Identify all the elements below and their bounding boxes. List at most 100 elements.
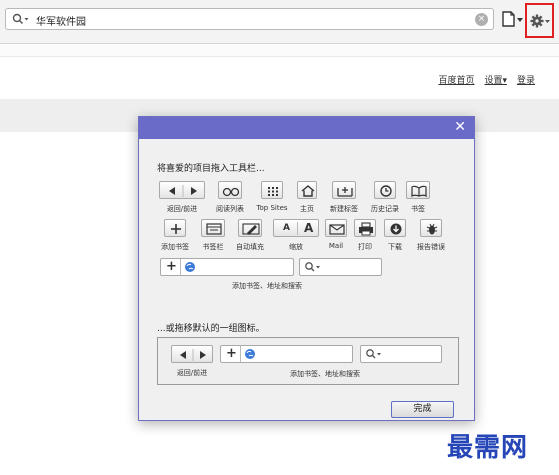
bookmarks-bar-icon <box>206 223 222 235</box>
top-sites-button[interactable] <box>261 181 283 199</box>
search-icon <box>305 262 320 272</box>
reading-list-label: 阅读列表 <box>216 205 244 213</box>
mail-button[interactable] <box>325 219 347 237</box>
dialog-title-bar: ✕ <box>139 117 474 139</box>
clear-search-icon[interactable]: × <box>475 13 488 26</box>
print-item[interactable]: 打印 <box>353 219 377 252</box>
print-label: 打印 <box>358 243 372 251</box>
default-address-field: + <box>220 345 353 363</box>
default-back-forward-button <box>171 345 213 363</box>
plus-icon[interactable]: + <box>166 259 177 274</box>
book-icon <box>411 185 427 198</box>
gear-icon <box>530 14 550 28</box>
history-label: 历史记录 <box>371 205 399 213</box>
bookmarks-label: 书签 <box>411 205 425 213</box>
default-back-forward-label: 返回/前进 <box>176 369 208 377</box>
autofill-label: 自动填充 <box>236 243 264 251</box>
report-bug-button[interactable] <box>420 219 442 237</box>
back-forward-button[interactable] <box>159 181 205 199</box>
search-value: 华军软件园 <box>36 17 86 28</box>
zoom-button[interactable]: A A <box>273 219 319 237</box>
new-tab-label: 新建标签 <box>330 205 358 213</box>
new-tab-button[interactable] <box>332 181 356 199</box>
page-top-links: 百度首页 设置▾ 登录 <box>438 73 535 86</box>
download-item[interactable]: 下载 <box>383 219 407 252</box>
home-button[interactable] <box>297 181 317 199</box>
bookmarks-bar-button[interactable] <box>201 219 225 237</box>
done-button[interactable]: 完成 <box>391 401 454 418</box>
top-sites-label: Top Sites <box>256 204 288 212</box>
search-icon <box>366 349 381 359</box>
mail-label: Mail <box>328 242 344 250</box>
back-forward-icon <box>180 349 206 361</box>
text-larger-icon[interactable]: A <box>304 221 313 235</box>
search-field-preview[interactable] <box>299 258 382 276</box>
default-set-hint: ...或拖移默认的一组图标。 <box>157 324 265 334</box>
bookmarks-bar-label: 书签栏 <box>202 243 224 251</box>
address-divider <box>240 346 241 362</box>
bookmarks-button[interactable] <box>406 181 430 199</box>
login-link[interactable]: 登录 <box>517 73 535 86</box>
close-icon[interactable]: ✕ <box>454 119 466 135</box>
mail-item[interactable]: Mail <box>325 219 347 250</box>
home-label: 主页 <box>300 205 314 213</box>
address-search-label: 添加书签、地址和搜索 <box>232 282 302 290</box>
new-tab-item[interactable]: 新建标签 <box>325 181 363 214</box>
printer-icon <box>359 222 373 236</box>
autofill-pencil-icon <box>242 223 260 235</box>
drag-hint: 将喜爱的项目拖入工具栏... <box>157 164 265 174</box>
download-icon <box>390 223 402 235</box>
zoom-label: 缩放 <box>289 243 303 251</box>
bookmarks-item[interactable]: 书签 <box>405 181 431 214</box>
search-icon[interactable] <box>12 13 30 26</box>
glasses-icon <box>222 187 240 197</box>
globe-icon <box>185 262 195 272</box>
back-forward-label: 返回/前进 <box>166 205 198 213</box>
add-bookmark-button[interactable] <box>164 219 186 237</box>
watermark-logo: 最需网 <box>447 433 529 463</box>
default-set-group[interactable]: 返回/前进 + 添加书签、地址和搜索 <box>157 337 459 385</box>
address-divider <box>180 259 181 275</box>
back-forward-icon <box>169 185 197 197</box>
default-address-search-label: 添加书签、地址和搜索 <box>290 370 360 378</box>
customize-toolbar-dialog: ✕ 将喜爱的项目拖入工具栏... 返回/前进 阅读列表 Top Sites 主页… <box>138 116 475 421</box>
house-icon <box>301 185 315 197</box>
settings-button[interactable] <box>525 3 554 38</box>
grid-icon <box>268 187 278 196</box>
report-bug-item[interactable]: 报告错误 <box>413 219 449 252</box>
back-forward-item[interactable]: 返回/前进 <box>157 181 207 214</box>
add-bookmark-item[interactable]: 添加书签 <box>157 219 193 252</box>
settings-link[interactable]: 设置▾ <box>484 73 507 86</box>
plus-icon: + <box>226 346 237 361</box>
envelope-icon <box>329 224 345 235</box>
browser-toolbar: 华军软件园 × <box>0 0 559 44</box>
reading-list-item[interactable]: 阅读列表 <box>213 181 247 214</box>
plus-icon <box>171 224 181 234</box>
download-button[interactable] <box>384 219 406 237</box>
top-sites-item[interactable]: Top Sites <box>252 181 292 212</box>
history-item[interactable]: 历史记录 <box>366 181 404 214</box>
default-search-field <box>360 345 442 363</box>
text-smaller-icon[interactable]: A <box>283 223 290 233</box>
clock-icon <box>380 185 392 197</box>
bookmarks-bar-item[interactable]: 书签栏 <box>197 219 229 252</box>
report-bug-label: 报告错误 <box>417 243 445 251</box>
home-item[interactable]: 主页 <box>296 181 318 214</box>
print-button[interactable] <box>354 219 376 237</box>
autofill-button[interactable] <box>238 219 262 237</box>
history-button[interactable] <box>374 181 396 199</box>
reading-list-button[interactable] <box>218 181 242 199</box>
autofill-item[interactable]: 自动填充 <box>231 219 269 252</box>
search-field[interactable]: 华军软件园 × <box>5 8 494 30</box>
bug-icon <box>426 223 438 235</box>
address-field[interactable]: + <box>160 258 294 276</box>
zoom-divider <box>297 222 298 235</box>
bookmarks-bar-strip <box>0 45 559 57</box>
add-bookmark-label: 添加书签 <box>161 243 189 251</box>
globe-icon <box>245 349 255 359</box>
baidu-home-link[interactable]: 百度首页 <box>438 73 474 86</box>
zoom-item[interactable]: A A 缩放 <box>271 219 321 252</box>
page-icon <box>502 11 523 27</box>
page-menu-button[interactable] <box>501 10 525 28</box>
default-back-forward: 返回/前进 <box>169 345 215 378</box>
